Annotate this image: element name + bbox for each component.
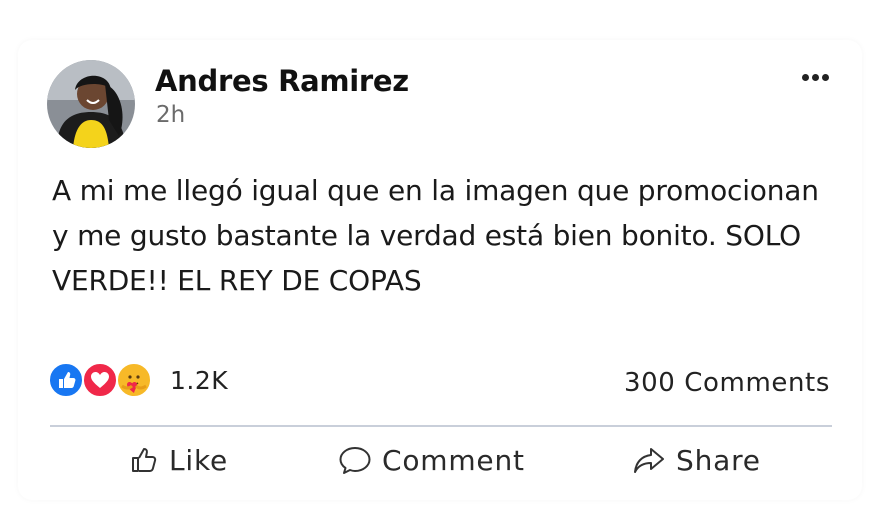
post-timestamp[interactable]: 2h [156, 102, 185, 128]
more-options-icon[interactable] [802, 70, 834, 84]
care-reaction-icon [116, 362, 152, 398]
author-avatar[interactable] [47, 60, 135, 148]
action-divider [50, 425, 832, 427]
avatar-photo [47, 60, 135, 148]
comment-label: Comment [382, 443, 525, 477]
comment-bubble-icon [339, 447, 371, 474]
like-label: Like [169, 443, 229, 477]
author-name[interactable]: Andres Ramirez [155, 64, 409, 98]
thumbs-up-icon [132, 448, 157, 472]
share-arrow-icon [634, 448, 664, 473]
reactions-summary[interactable] [48, 362, 168, 400]
like-reaction-icon [48, 362, 84, 398]
reaction-count[interactable]: 1.2K [170, 366, 228, 395]
love-reaction-icon [82, 362, 118, 398]
post-text: A mi me llegó igual que en la imagen que… [52, 174, 819, 297]
share-button[interactable]: Share [632, 438, 761, 482]
share-label: Share [676, 443, 761, 477]
like-button[interactable]: Like [129, 438, 228, 482]
comments-count[interactable]: 300 Comments [624, 368, 830, 398]
comment-button[interactable]: Comment [338, 438, 525, 482]
